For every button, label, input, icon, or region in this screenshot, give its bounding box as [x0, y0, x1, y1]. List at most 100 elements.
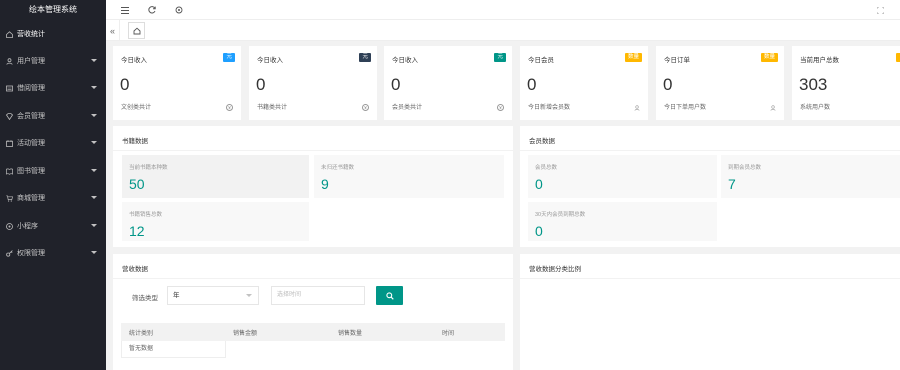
- stat-title: 今日会员: [528, 57, 554, 64]
- stat-title: 今日收入: [392, 57, 418, 64]
- table-header-time: 时间: [442, 331, 455, 337]
- divider: [520, 150, 900, 151]
- metric-label: 书籍销售总数: [129, 212, 163, 218]
- sidebar-item-label: 活动管理: [17, 140, 45, 147]
- filter-type-value: 年: [173, 292, 180, 299]
- divider: [113, 278, 513, 279]
- stat-card-1: 今日收入 元 0 书籍类共计 ¥: [249, 46, 377, 120]
- sidebar-item-8[interactable]: 权限管理: [0, 243, 106, 263]
- book-icon: [6, 168, 13, 175]
- stat-card-5: 当前用户总数 303 系统用户数: [792, 46, 900, 120]
- home-tab-icon[interactable]: [128, 22, 145, 39]
- stat-subtitle: 书籍类共计: [257, 105, 288, 111]
- table-header-amount: 销售金额: [233, 331, 258, 337]
- stat-value: 303: [799, 75, 828, 94]
- person-icon: [769, 104, 776, 111]
- fullscreen-icon[interactable]: [874, 4, 886, 16]
- stat-title: 今日订单: [664, 57, 690, 64]
- chevron-down-icon: [246, 294, 252, 297]
- metric-member-total: 会员总数 0: [528, 155, 717, 198]
- yen-icon: ¥: [497, 104, 504, 111]
- person-icon: [633, 104, 640, 111]
- stat-card-2: 今日收入 元 0 会员类共计 ¥: [384, 46, 512, 120]
- table-header-quantity: 销售数量: [338, 331, 363, 337]
- sidebar-item-label: 营收统计: [17, 31, 45, 38]
- revenue-panel-title: 营收数据: [122, 266, 148, 273]
- chevron-down-icon: [91, 114, 97, 117]
- search-icon: [385, 291, 394, 300]
- chevron-down-icon: [91, 251, 97, 254]
- metric-value: 50: [129, 176, 145, 192]
- date-picker-input[interactable]: 选择时间: [271, 286, 365, 305]
- menu-toggle-icon[interactable]: [119, 4, 131, 16]
- metric-label: 30天内会员到期总数: [535, 212, 586, 218]
- sidebar-item-1[interactable]: 用户管理: [0, 51, 106, 71]
- search-button[interactable]: [376, 286, 403, 305]
- divider: [520, 278, 900, 279]
- table-empty-text: 暂无数据: [121, 341, 226, 358]
- sidebar-item-label: 借阅管理: [17, 85, 45, 92]
- table-header-category: 统计类别: [129, 331, 154, 337]
- list-icon: [6, 85, 13, 92]
- sidebar: 绘本管理系统 营收统计用户管理借阅管理会员管理活动管理图书管理商城管理小程序权限…: [0, 0, 106, 370]
- sidebar-item-6[interactable]: 商城管理: [0, 188, 106, 208]
- metric-books-sold: 书籍销售总数 12: [122, 202, 309, 241]
- sidebar-item-label: 图书管理: [17, 168, 45, 175]
- stat-value: 0: [120, 75, 130, 94]
- book-data-panel: 书籍数据 当前书籍本种数 50 未归还书籍数 9 书籍销售总数 12: [113, 126, 513, 247]
- chevron-down-icon: [91, 169, 97, 172]
- metric-expiring-members: 30天内会员到期总数 0: [528, 202, 717, 241]
- sidebar-item-4[interactable]: 活动管理: [0, 133, 106, 153]
- chevron-down-icon: [91, 196, 97, 199]
- stat-badge: 元: [494, 53, 506, 62]
- chevron-down-icon: [91, 141, 97, 144]
- sidebar-item-2[interactable]: 借阅管理: [0, 78, 106, 98]
- sidebar-item-label: 用户管理: [17, 58, 45, 65]
- stat-title: 当前用户总数: [800, 57, 839, 64]
- metric-value: 0: [535, 176, 543, 192]
- metric-value: 0: [535, 223, 543, 239]
- stat-badge: 元: [359, 53, 371, 62]
- stat-badge: 数量: [624, 53, 642, 62]
- chevron-down-icon: [91, 86, 97, 89]
- user-icon: [6, 57, 13, 65]
- stat-badge: 数量: [760, 53, 778, 62]
- filter-type-label: 筛选类型: [132, 295, 158, 302]
- sidebar-item-3[interactable]: 会员管理: [0, 106, 106, 126]
- stat-title: 今日收入: [121, 57, 147, 64]
- revenue-data-panel: 营收数据 筛选类型 年 选择时间 统计类别 销售金额 销售数量 时间 暂无数据: [113, 254, 513, 370]
- stat-value: 0: [256, 75, 266, 94]
- sidebar-item-label: 小程序: [17, 223, 38, 230]
- stat-card-3: 今日会员 数量 0 今日新增会员数: [520, 46, 648, 120]
- vip-icon: [6, 112, 13, 120]
- stat-subtitle: 今日新增会员数: [528, 105, 571, 111]
- theme-icon[interactable]: [173, 4, 185, 16]
- stat-badge: 元: [223, 53, 235, 62]
- metric-value: 7: [728, 176, 736, 192]
- sidebar-item-label: 权限管理: [17, 250, 45, 257]
- ratio-panel-title: 营收数据分类比例: [529, 266, 581, 273]
- sidebar-item-0[interactable]: 营收统计: [0, 24, 106, 44]
- sidebar-item-label: 商城管理: [17, 195, 45, 202]
- metric-label: 当前书籍本种数: [129, 165, 168, 171]
- home-icon: [6, 30, 13, 38]
- member-panel-title: 会员数据: [529, 138, 555, 145]
- refresh-icon[interactable]: [146, 4, 158, 16]
- activity-icon: [6, 139, 13, 147]
- app-title: 绘本管理系统: [0, 0, 106, 20]
- sidebar-item-5[interactable]: 图书管理: [0, 161, 106, 181]
- sidebar-item-7[interactable]: 小程序: [0, 216, 106, 236]
- stat-subtitle: 文创类共计: [121, 105, 152, 111]
- stat-subtitle: 会员类共计: [392, 105, 423, 111]
- revenue-table-header: 统计类别 销售金额 销售数量 时间: [121, 323, 505, 341]
- key-icon: [6, 249, 13, 257]
- stat-subtitle: 系统用户数: [800, 105, 831, 111]
- metric-label: 未归还书籍数: [321, 165, 355, 171]
- sidebar-item-label: 会员管理: [17, 113, 45, 120]
- metric-value: 9: [321, 176, 329, 192]
- filter-type-select[interactable]: 年: [167, 286, 259, 305]
- stat-card-4: 今日订单 数量 0 今日下单用户数: [656, 46, 784, 120]
- tab-scroll-left-icon[interactable]: «: [106, 20, 120, 41]
- metric-value: 12: [129, 223, 145, 239]
- divider: [113, 150, 513, 151]
